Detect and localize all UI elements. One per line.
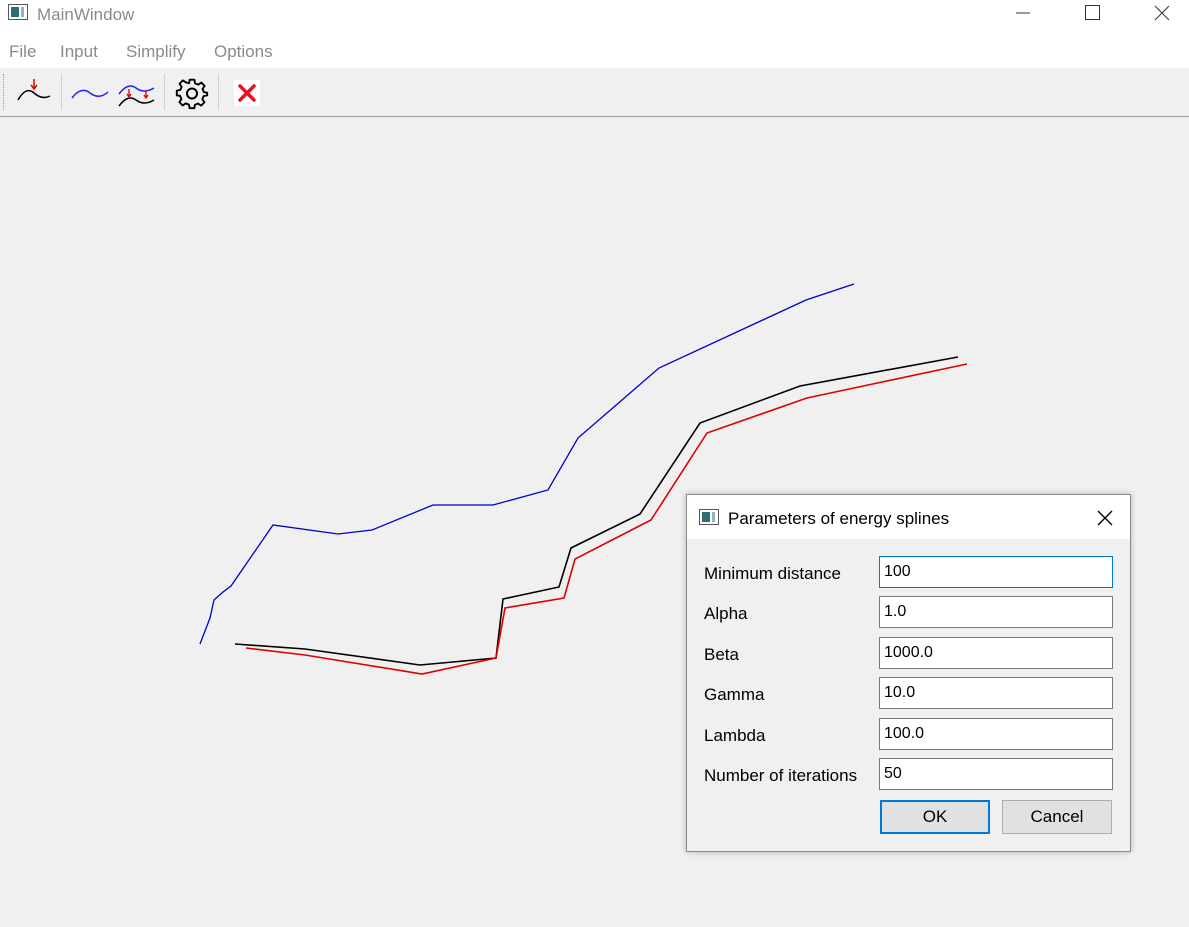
min-distance-label: Minimum distance <box>704 564 841 583</box>
close-icon <box>234 80 260 106</box>
beta-label: Beta <box>704 645 739 664</box>
dialog-title-bar: Parameters of energy splines <box>687 495 1130 539</box>
iterations-label: Number of iterations <box>704 766 858 785</box>
curve-icon <box>71 89 109 99</box>
toolbar <box>0 68 1189 117</box>
dialog-app-icon <box>699 509 719 525</box>
menu-options[interactable]: Options <box>214 42 273 62</box>
ok-button[interactable]: OK <box>880 800 990 834</box>
curve-button[interactable] <box>69 76 109 110</box>
clear-button[interactable] <box>228 76 268 110</box>
menu-file[interactable]: File <box>9 42 36 62</box>
maximize-button[interactable] <box>1069 0 1115 30</box>
lambda-label: Lambda <box>704 726 766 745</box>
energy-spline-button[interactable] <box>116 76 156 110</box>
maximize-icon <box>1085 5 1100 20</box>
minimize-button[interactable] <box>1000 0 1046 30</box>
minimize-icon <box>1016 12 1030 14</box>
menu-simplify[interactable]: Simplify <box>126 42 186 62</box>
gamma-input[interactable] <box>879 677 1113 709</box>
lambda-input[interactable] <box>879 718 1113 750</box>
menu-bar: File Input Simplify Options <box>0 32 1189 68</box>
dialog-close-button[interactable] <box>1093 507 1117 529</box>
beta-input[interactable] <box>879 637 1113 669</box>
alpha-label: Alpha <box>704 604 748 623</box>
window-title: MainWindow <box>37 5 135 24</box>
close-window-button[interactable] <box>1139 0 1185 30</box>
energy-splines-dialog: Parameters of energy splines Minimum dis… <box>686 494 1131 852</box>
title-bar: MainWindow <box>0 0 1189 32</box>
menu-input[interactable]: Input <box>60 42 98 62</box>
toolbar-separator <box>61 74 62 110</box>
toolbar-separator <box>164 74 165 110</box>
toolbar-separator <box>218 74 219 110</box>
close-icon <box>1154 5 1170 21</box>
energy-spline-icon <box>118 85 155 107</box>
input-point-icon <box>17 79 51 101</box>
min-distance-input[interactable] <box>879 556 1113 588</box>
dialog-title: Parameters of energy splines <box>728 509 950 528</box>
input-point-button[interactable] <box>14 76 54 110</box>
toolbar-grip[interactable] <box>3 74 6 110</box>
close-icon <box>1097 510 1113 526</box>
settings-button[interactable] <box>172 76 212 110</box>
alpha-input[interactable] <box>879 596 1113 628</box>
gear-icon <box>175 78 209 110</box>
gamma-label: Gamma <box>704 685 765 704</box>
iterations-input[interactable] <box>879 758 1113 790</box>
cancel-button[interactable]: Cancel <box>1002 800 1112 834</box>
app-icon <box>8 4 28 20</box>
